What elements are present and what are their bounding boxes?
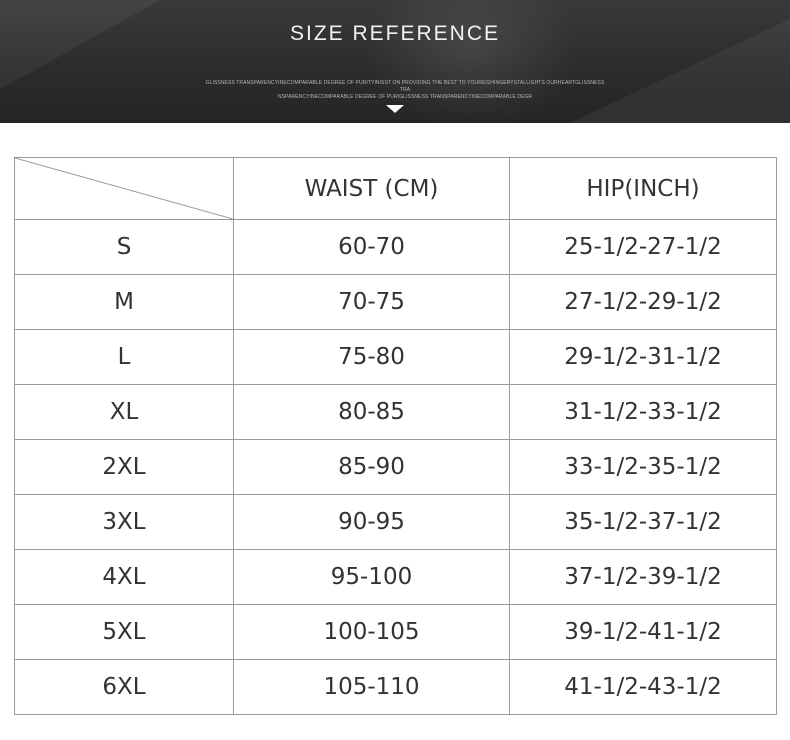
size-reference-banner: SIZE REFERENCE GLISSNESS TRANSPARENCYINE… bbox=[0, 0, 790, 123]
table-row: 3XL 90-95 35-1/2-37-1/2 bbox=[14, 494, 777, 550]
banner-fine-print-line-2: NSPARENCYINECOMPARABLE DEGREE OF PURIGLI… bbox=[277, 94, 533, 100]
banner-title: SIZE REFERENCE bbox=[289, 22, 501, 45]
cell-waist: 85-90 bbox=[233, 439, 510, 495]
banner-fine-print: GLISSNESS TRANSPARENCYINECOMPARABLE DEGR… bbox=[200, 80, 610, 101]
cell-waist: 60-70 bbox=[233, 219, 510, 275]
header-corner-cell bbox=[14, 157, 234, 220]
cell-hip: 31-1/2-33-1/2 bbox=[509, 384, 777, 440]
cell-size: 3XL bbox=[14, 494, 234, 550]
table-row: S 60-70 25-1/2-27-1/2 bbox=[14, 219, 777, 275]
cell-hip: 35-1/2-37-1/2 bbox=[509, 494, 777, 550]
cell-waist: 105-110 bbox=[233, 659, 510, 715]
table-row: 6XL 105-110 41-1/2-43-1/2 bbox=[14, 659, 777, 715]
table-row: 5XL 100-105 39-1/2-41-1/2 bbox=[14, 604, 777, 660]
cell-size: 5XL bbox=[14, 604, 234, 660]
table-row: XL 80-85 31-1/2-33-1/2 bbox=[14, 384, 777, 440]
cell-hip: 29-1/2-31-1/2 bbox=[509, 329, 777, 385]
diagonal-divider bbox=[15, 158, 233, 219]
cell-size: 2XL bbox=[14, 439, 234, 495]
cell-size: L bbox=[14, 329, 234, 385]
cell-hip: 37-1/2-39-1/2 bbox=[509, 549, 777, 605]
banner-fine-print-line-1: GLISSNESS TRANSPARENCYINECOMPARABLE DEGR… bbox=[205, 80, 605, 93]
triangle-down-icon bbox=[386, 105, 404, 113]
size-chart-table: WAIST (CM) HIP(INCH) S 60-70 25-1/2-27-1/2… bbox=[14, 157, 777, 715]
cell-size: S bbox=[14, 219, 234, 275]
table-row: 4XL 95-100 37-1/2-39-1/2 bbox=[14, 549, 777, 605]
cell-size: M bbox=[14, 274, 234, 330]
table-row: 2XL 85-90 33-1/2-35-1/2 bbox=[14, 439, 777, 495]
cell-hip: 33-1/2-35-1/2 bbox=[509, 439, 777, 495]
table-body: S 60-70 25-1/2-27-1/2 M 70-75 27-1/2-29-1/2 L 7… bbox=[14, 219, 777, 715]
header-waist: WAIST (CM) bbox=[233, 157, 510, 220]
table-header-row: WAIST (CM) HIP(INCH) bbox=[14, 157, 777, 220]
header-hip: HIP(INCH) bbox=[509, 157, 777, 220]
cell-waist: 70-75 bbox=[233, 274, 510, 330]
cell-waist: 95-100 bbox=[233, 549, 510, 605]
cell-size: XL bbox=[14, 384, 234, 440]
cell-size: 6XL bbox=[14, 659, 234, 715]
cell-waist: 80-85 bbox=[233, 384, 510, 440]
cell-hip: 41-1/2-43-1/2 bbox=[509, 659, 777, 715]
cell-size: 4XL bbox=[14, 549, 234, 605]
cell-waist: 90-95 bbox=[233, 494, 510, 550]
cell-waist: 75-80 bbox=[233, 329, 510, 385]
cell-hip: 27-1/2-29-1/2 bbox=[509, 274, 777, 330]
cell-hip: 25-1/2-27-1/2 bbox=[509, 219, 777, 275]
cell-waist: 100-105 bbox=[233, 604, 510, 660]
table-row: M 70-75 27-1/2-29-1/2 bbox=[14, 274, 777, 330]
cell-hip: 39-1/2-41-1/2 bbox=[509, 604, 777, 660]
table-row: L 75-80 29-1/2-31-1/2 bbox=[14, 329, 777, 385]
